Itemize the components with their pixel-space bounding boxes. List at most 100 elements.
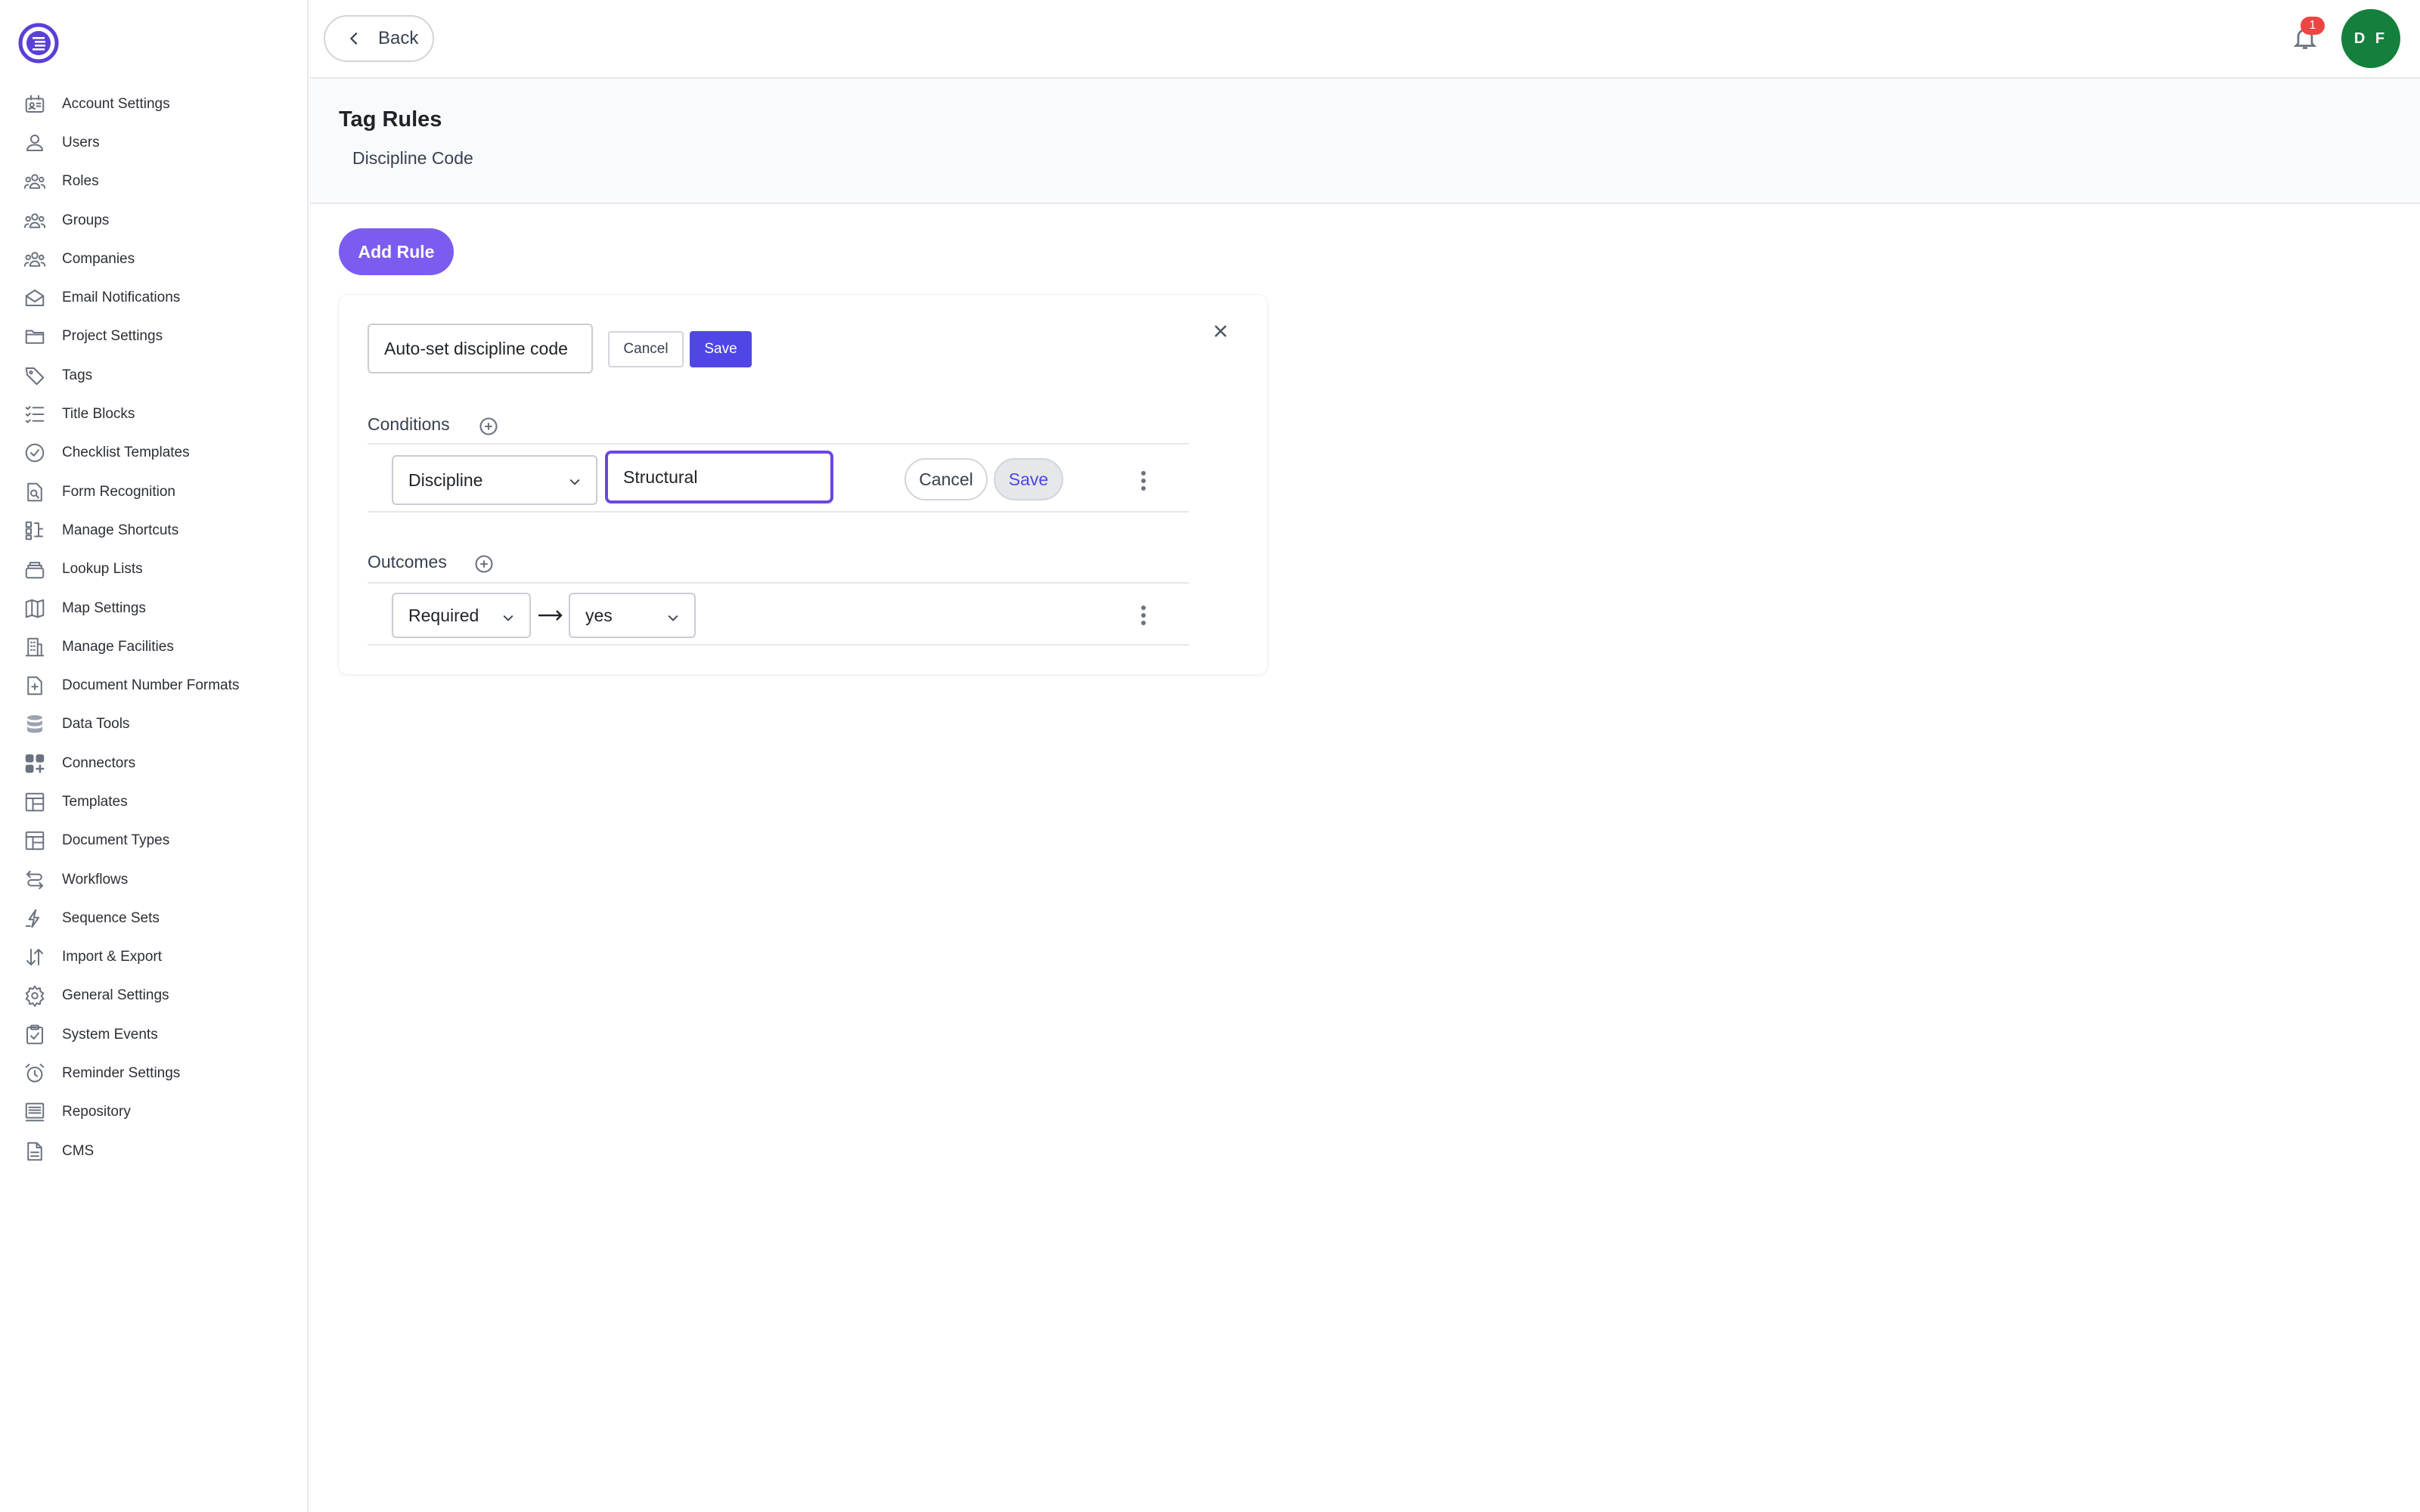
sidebar-item-label: Title Blocks [62,406,135,423]
repository-icon [23,1100,47,1124]
sidebar-item-connectors[interactable]: Connectors [0,744,307,782]
roles-icon [23,169,47,194]
condition-field-select[interactable]: Discipline [392,455,597,505]
condition-more-icon[interactable] [1134,467,1153,494]
document-types-icon [23,829,47,853]
rule-name-input[interactable] [368,324,593,373]
condition-save-button[interactable]: Save [994,458,1063,500]
rule-cancel-button[interactable]: Cancel [608,331,684,367]
document-plus-icon [23,674,47,698]
sidebar-item-label: Document Types [62,832,170,849]
sidebar-item-tags[interactable]: Tags [0,356,307,395]
sidebar-item-label: Manage Facilities [62,638,174,655]
sidebar-item-system-events[interactable]: System Events [0,1015,307,1054]
sidebar-item-label: Connectors [62,754,136,771]
sidebar-item-document-types[interactable]: Document Types [0,822,307,860]
sidebar-item-roles[interactable]: Roles [0,163,307,201]
sidebar-item-manage-shortcuts[interactable]: Manage Shortcuts [0,511,307,550]
sidebar-item-sequence-sets[interactable]: Sequence Sets [0,899,307,937]
clipboard-check-icon [23,1023,47,1047]
sidebar-item-label: Companies [62,250,135,267]
sidebar-item-companies[interactable]: Companies [0,240,307,278]
sidebar-item-label: Document Number Formats [62,677,240,694]
check-circle-icon [23,441,47,465]
sidebar-item-label: CMS [62,1142,95,1159]
divider [368,443,1189,445]
sidebar-item-import-export[interactable]: Import & Export [0,938,307,977]
sidebar-item-label: Manage Shortcuts [62,522,179,538]
sequence-icon [23,906,47,931]
add-rule-button[interactable]: Add Rule [339,228,454,275]
file-text-icon [23,1139,47,1163]
sidebar-item-label: Workflows [62,871,129,888]
sidebar-item-label: Import & Export [62,949,162,965]
avatar[interactable]: D F [2341,9,2400,68]
condition-value-input[interactable] [605,451,833,503]
import-export-icon [23,945,47,969]
sidebar-item-general-settings[interactable]: General Settings [0,977,307,1015]
add-outcome-icon[interactable] [473,553,495,575]
sidebar-item-label: Tags [62,367,93,383]
condition-cancel-button[interactable]: Cancel [904,458,988,500]
database-icon [23,712,47,736]
user-icon [23,131,47,155]
sidebar-item-checklist-templates[interactable]: Checklist Templates [0,434,307,472]
sidebar-item-label: Lookup Lists [62,561,143,578]
outcome-field-select[interactable]: Required [392,593,531,638]
sidebar-item-data-tools[interactable]: Data Tools [0,705,307,744]
tag-icon [23,364,47,388]
page-title: Tag Rules [339,107,442,132]
back-button[interactable]: Back [324,15,434,62]
outcome-value: yes [585,605,613,625]
sidebar-item-account-settings[interactable]: Account Settings [0,85,307,123]
building-icon [23,635,47,659]
checklist-lines-icon [23,402,47,426]
sidebar-item-workflows[interactable]: Workflows [0,860,307,899]
folder-icon [23,324,47,349]
shortcuts-icon [23,519,47,543]
companies-icon [23,247,47,271]
email-icon [23,286,47,310]
sidebar-item-title-blocks[interactable]: Title Blocks [0,395,307,433]
sidebar-item-label: Sequence Sets [62,909,160,926]
sidebar-item-label: Project Settings [62,328,163,345]
sidebar-item-groups[interactable]: Groups [0,201,307,240]
chevron-down-icon [567,473,582,488]
sidebar-item-label: Roles [62,173,99,190]
sidebar-item-lookup-lists[interactable]: Lookup Lists [0,550,307,589]
sidebar-item-document-number-formats[interactable]: Document Number Formats [0,666,307,705]
sidebar-item-cms[interactable]: CMS [0,1132,307,1170]
app-logo-icon[interactable] [18,23,59,64]
add-condition-icon[interactable] [478,416,499,437]
sidebar-item-label: Groups [62,212,110,228]
sidebar-item-map-settings[interactable]: Map Settings [0,589,307,627]
outcome-more-icon[interactable] [1134,602,1153,629]
sidebar-item-project-settings[interactable]: Project Settings [0,318,307,356]
sidebar: Account Settings Users Roles Groups Comp… [0,0,309,1512]
close-icon[interactable] [1212,322,1233,343]
outcome-field-value: Required [408,605,479,625]
sidebar-item-label: Checklist Templates [62,445,190,461]
sidebar-item-repository[interactable]: Repository [0,1093,307,1132]
sidebar-item-users[interactable]: Users [0,123,307,162]
outcome-value-select[interactable]: yes [569,593,696,638]
outcomes-label: Outcomes [368,552,447,572]
conditions-label: Conditions [368,414,450,434]
topbar: Back 1 D F [310,0,2420,79]
sidebar-item-manage-facilities[interactable]: Manage Facilities [0,627,307,666]
sidebar-item-label: Users [62,134,100,150]
sidebar-item-label: Form Recognition [62,483,175,500]
divider [368,644,1189,646]
template-icon [23,790,47,814]
sidebar-item-templates[interactable]: Templates [0,782,307,821]
rule-save-button[interactable]: Save [690,331,752,367]
sidebar-item-reminder-settings[interactable]: Reminder Settings [0,1054,307,1092]
sidebar-item-form-recognition[interactable]: Form Recognition [0,472,307,511]
groups-icon [23,209,47,233]
chevron-down-icon [666,609,681,624]
notification-badge: 1 [2301,17,2325,35]
connectors-icon [23,751,47,776]
sidebar-item-label: General Settings [62,987,169,1004]
divider [368,582,1189,584]
sidebar-item-email-notifications[interactable]: Email Notifications [0,278,307,317]
